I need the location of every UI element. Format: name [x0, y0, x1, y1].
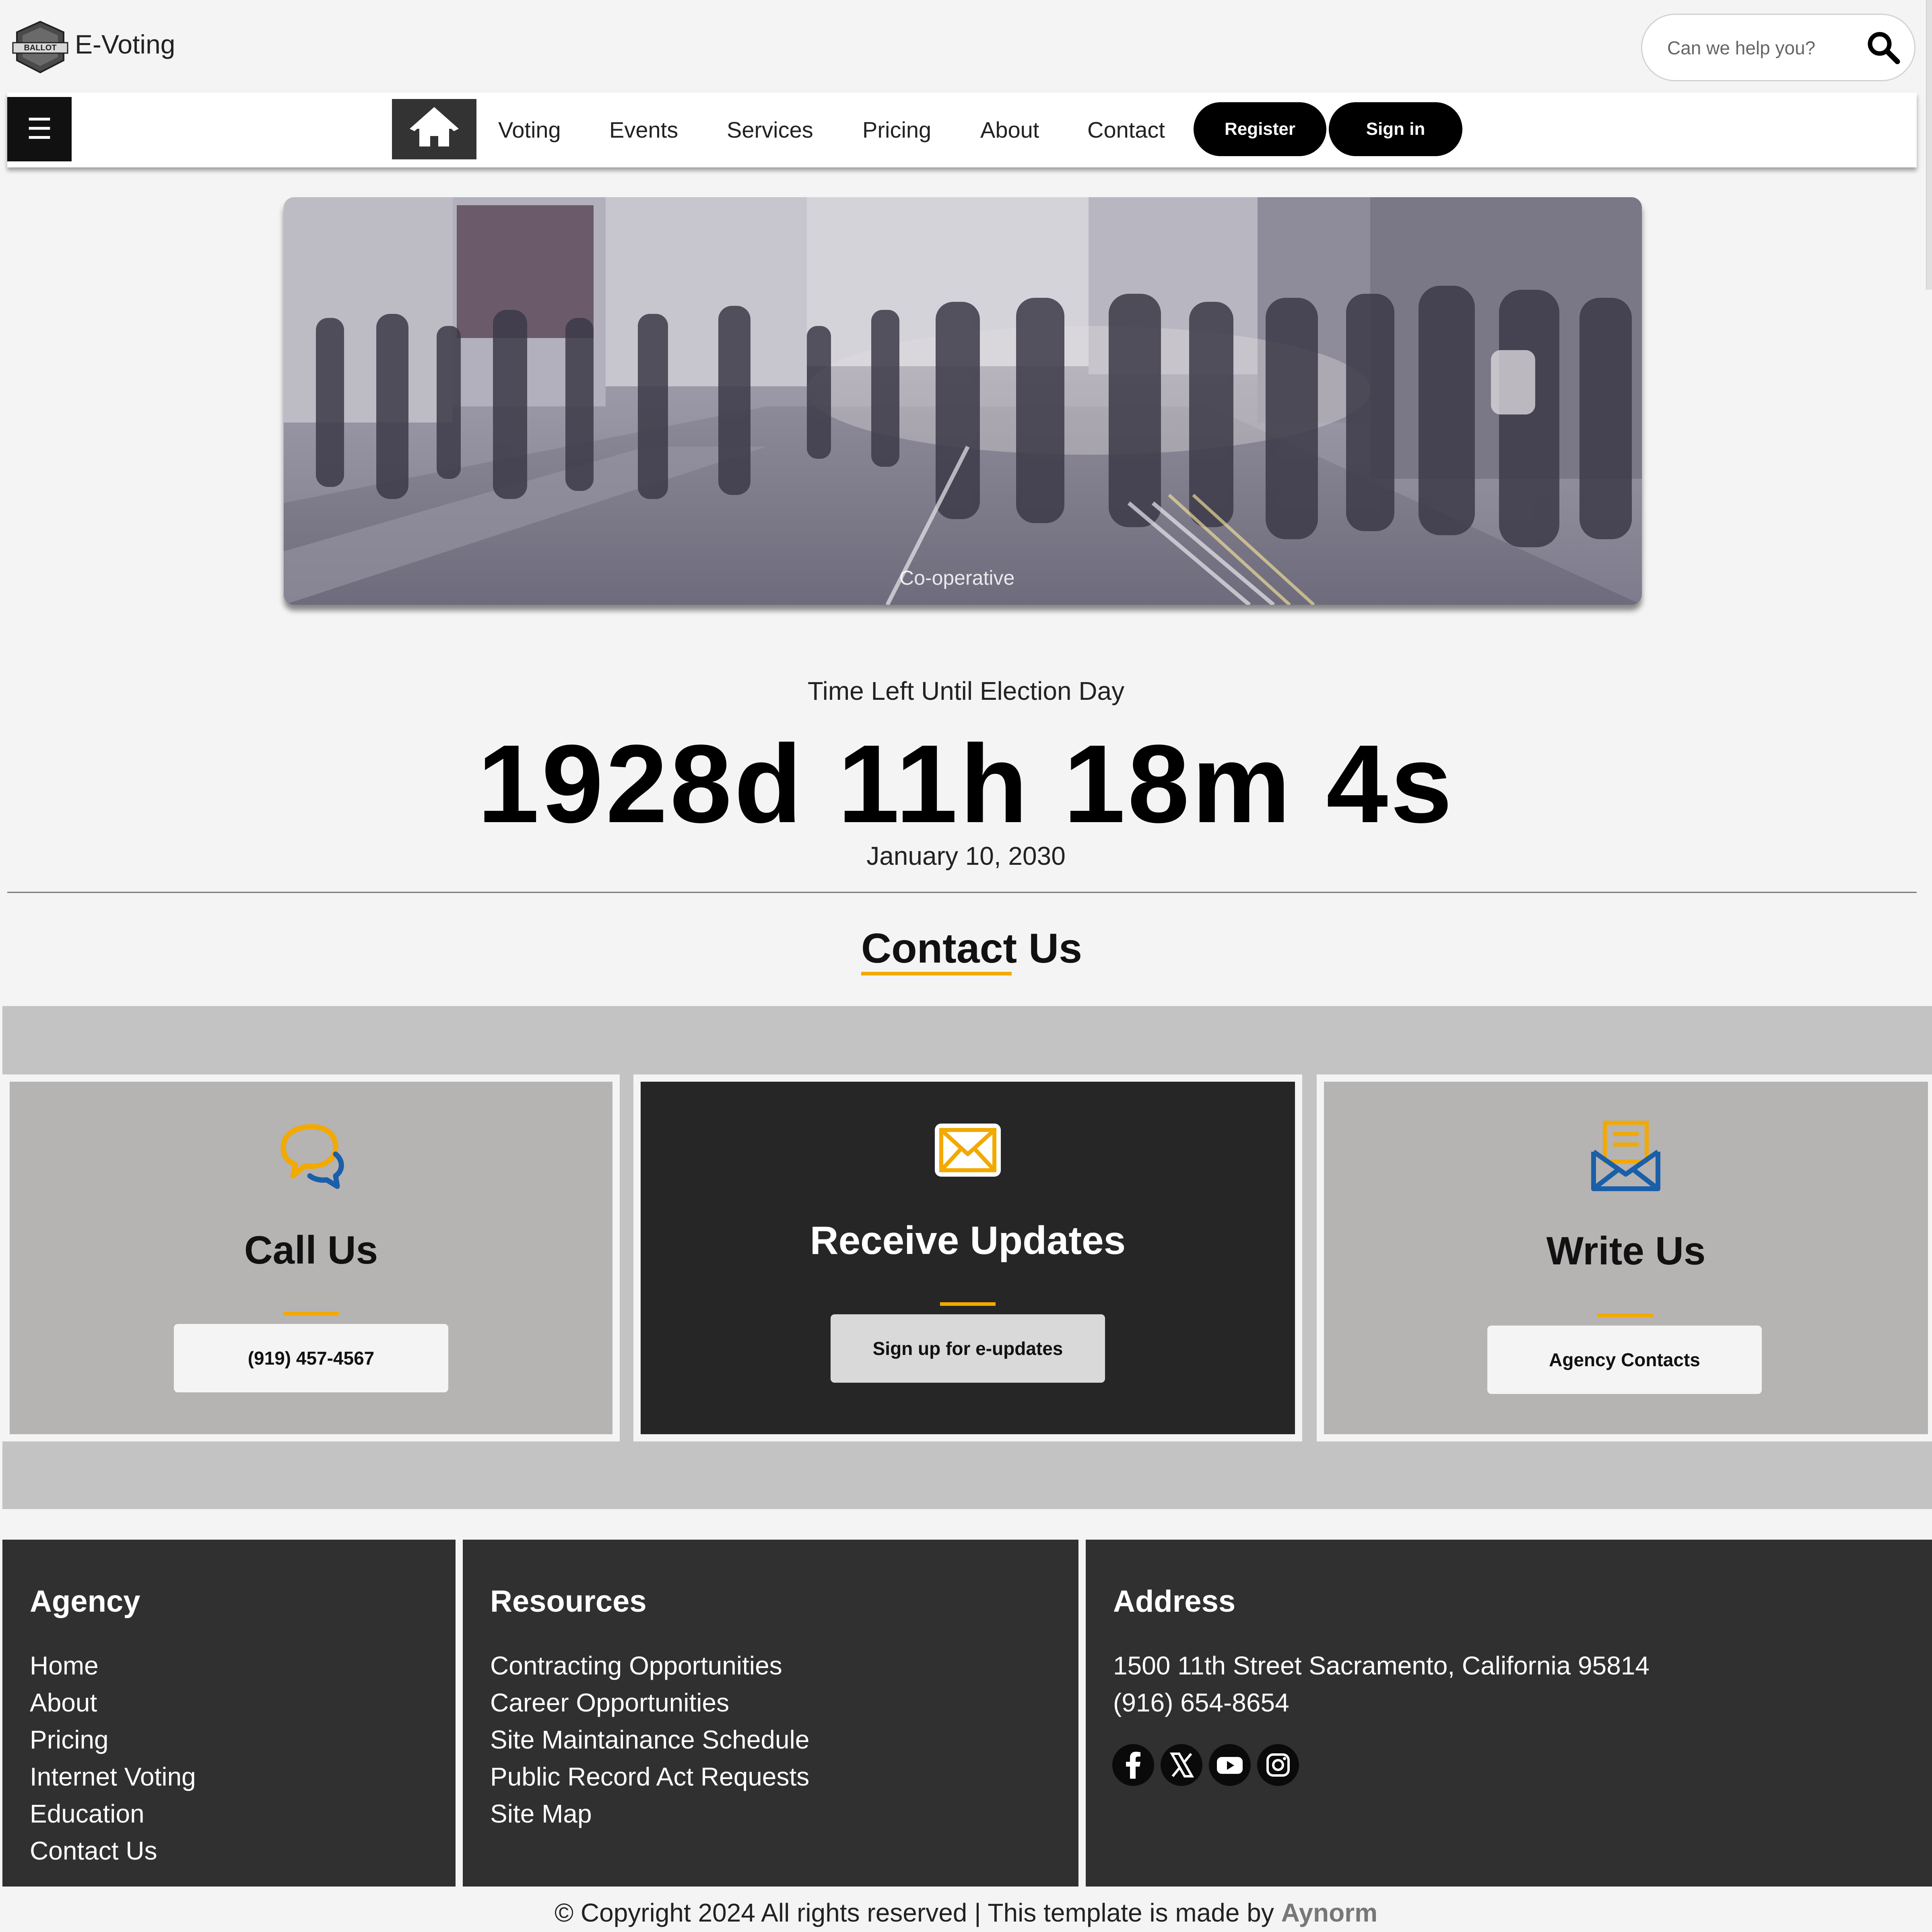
logo-badge[interactable]: BALLOT: [12, 20, 68, 74]
instagram-icon[interactable]: [1257, 1744, 1299, 1786]
footer-agency-title: Agency: [30, 1584, 140, 1619]
street-address: 1500 11th Street Sacramento, California …: [1113, 1651, 1650, 1680]
card-accent-bar: [940, 1302, 996, 1306]
home-icon[interactable]: [392, 99, 476, 159]
youtube-icon[interactable]: [1209, 1744, 1251, 1786]
card-accent-bar: [1598, 1313, 1653, 1317]
register-button[interactable]: Register: [1194, 102, 1326, 156]
section-divider: [7, 892, 1917, 893]
open-envelope-icon: [1590, 1120, 1662, 1194]
nav-link-about[interactable]: About: [980, 117, 1039, 143]
election-date: January 10, 2030: [866, 841, 1066, 870]
card-accent-bar: [283, 1312, 339, 1315]
nav-link-pricing[interactable]: Pricing: [862, 117, 931, 143]
sign-up-e-updates-button[interactable]: Sign up for e-updates: [831, 1314, 1105, 1383]
contact-section-title: Contact Us: [861, 925, 1082, 972]
receive-updates-card: Receive Updates Sign up for e-updates: [641, 1082, 1295, 1434]
navigation-bar: [7, 93, 1917, 167]
footer-address-title: Address: [1113, 1584, 1236, 1619]
hero-banner-image: [284, 197, 1642, 605]
countdown-timer: 1928d 11h 18m 4s: [477, 722, 1455, 846]
sign-in-button[interactable]: Sign in: [1329, 102, 1462, 156]
nav-link-services[interactable]: Services: [727, 117, 813, 143]
phone-number-button[interactable]: (919) 457-4567: [174, 1324, 448, 1392]
scrollbar[interactable]: [1926, 0, 1932, 290]
facebook-icon[interactable]: [1112, 1744, 1154, 1786]
footer-resources-column: Resources Contracting Opportunities Care…: [463, 1540, 1078, 1887]
footer-phone[interactable]: (916) 654-8654: [1113, 1688, 1289, 1718]
title-underline: [861, 972, 1012, 975]
receive-updates-title: Receive Updates: [810, 1218, 1126, 1262]
nav-link-voting[interactable]: Voting: [498, 117, 561, 143]
chat-bubbles-icon: [275, 1120, 348, 1192]
footer-link-education[interactable]: Education: [30, 1799, 144, 1829]
call-us-card: Call Us (919) 457-4567: [10, 1082, 612, 1434]
nav-link-events[interactable]: Events: [609, 117, 678, 143]
call-us-title: Call Us: [244, 1228, 378, 1272]
footer-link-internet-voting[interactable]: Internet Voting: [30, 1762, 196, 1792]
nav-link-contact[interactable]: Contact: [1087, 117, 1165, 143]
footer-link-contracting[interactable]: Contracting Opportunities: [490, 1651, 782, 1680]
search-input[interactable]: [1666, 33, 1853, 63]
footer-agency-column: Agency Home About Pricing Internet Votin…: [2, 1540, 456, 1887]
footer-address-column: Address 1500 11th Street Sacramento, Cal…: [1086, 1540, 1932, 1887]
footer-resources-title: Resources: [490, 1584, 647, 1619]
footer-link-site-map[interactable]: Site Map: [490, 1799, 592, 1829]
footer-link-maintenance[interactable]: Site Maintainance Schedule: [490, 1725, 809, 1755]
footer-link-about[interactable]: About: [30, 1688, 97, 1718]
author-link[interactable]: Aynorm: [1281, 1898, 1377, 1927]
hero-caption: Co-operative: [899, 567, 1015, 589]
search-icon[interactable]: [1865, 29, 1901, 66]
footer-link-contact-us[interactable]: Contact Us: [30, 1836, 157, 1866]
footer-link-home[interactable]: Home: [30, 1651, 99, 1680]
footer-link-public-records[interactable]: Public Record Act Requests: [490, 1762, 809, 1792]
mail-icon: [932, 1121, 1003, 1179]
brand-name[interactable]: E-Voting: [75, 29, 175, 60]
menu-toggle-button[interactable]: ☰: [7, 97, 72, 161]
footer-link-careers[interactable]: Career Opportunities: [490, 1688, 729, 1718]
write-us-title: Write Us: [1546, 1229, 1706, 1273]
logo-text: BALLOT: [24, 43, 56, 52]
copyright-line: © Copyright 2024 All rights reserved | T…: [0, 1898, 1932, 1928]
x-twitter-icon[interactable]: [1161, 1744, 1202, 1786]
copyright-text: © Copyright 2024 All rights reserved | T…: [554, 1898, 1274, 1927]
countdown-label: Time Left Until Election Day: [807, 676, 1125, 705]
agency-contacts-button[interactable]: Agency Contacts: [1487, 1326, 1762, 1394]
search-box: [1641, 14, 1916, 81]
write-us-card: Write Us Agency Contacts: [1324, 1082, 1928, 1434]
footer-link-pricing[interactable]: Pricing: [30, 1725, 109, 1755]
